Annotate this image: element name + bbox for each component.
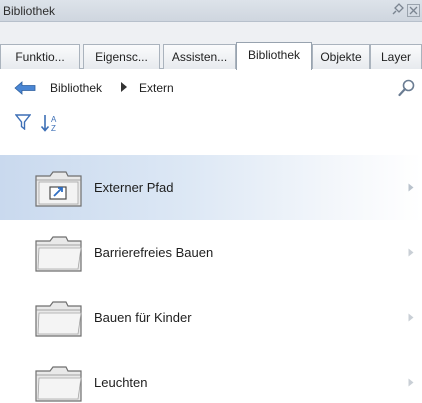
panel-titlebar: Bibliothek — [0, 0, 422, 22]
chevron-right-icon — [408, 248, 414, 257]
filter-icon[interactable] — [15, 114, 31, 130]
close-icon[interactable] — [407, 3, 420, 17]
tab-eigenschaften[interactable]: Eigensc... — [83, 44, 160, 69]
tab-funktionen[interactable]: Funktio... — [0, 44, 80, 69]
tab-objekte[interactable]: Objekte — [312, 44, 370, 69]
list-toolbar: A Z — [0, 108, 422, 144]
tab-assistenten[interactable]: Assisten... — [163, 44, 236, 69]
list-item-label: Leuchten — [94, 375, 148, 390]
list-item-label: Externer Pfad — [94, 180, 174, 195]
list-item-leuchten[interactable]: Leuchten — [0, 350, 422, 403]
tab-strip: Funktio... Eigensc... Assisten... Biblio… — [0, 22, 422, 70]
folder-icon — [35, 366, 82, 402]
search-icon[interactable] — [398, 79, 415, 97]
sort-icon[interactable]: A Z — [40, 113, 62, 133]
breadcrumb-bar: Bibliothek Extern — [0, 70, 422, 108]
pin-icon[interactable] — [390, 3, 404, 17]
triangle-right-icon — [121, 82, 127, 92]
breadcrumb-item-extern[interactable]: Extern — [139, 81, 174, 95]
tab-layer[interactable]: Layer — [370, 44, 422, 69]
tab-bibliothek[interactable]: Bibliothek — [236, 42, 312, 70]
folder-icon — [35, 301, 82, 337]
list-item-bauen-fuer-kinder[interactable]: Bauen für Kinder — [0, 285, 422, 350]
chevron-right-icon — [408, 183, 414, 192]
folder-link-icon — [35, 171, 82, 207]
panel-title: Bibliothek — [3, 4, 56, 18]
svg-text:Z: Z — [51, 124, 56, 133]
back-arrow-icon[interactable] — [14, 80, 36, 96]
svg-text:A: A — [51, 115, 57, 124]
chevron-right-icon — [408, 378, 414, 387]
list-item-label: Barrierefreies Bauen — [94, 245, 214, 260]
list-item-label: Bauen für Kinder — [94, 310, 192, 325]
folder-icon — [35, 236, 82, 272]
list-item-externer-pfad[interactable]: Externer Pfad — [0, 155, 422, 220]
breadcrumb-item-bibliothek[interactable]: Bibliothek — [50, 81, 102, 95]
chevron-right-icon — [408, 313, 414, 322]
list-item-barrierefreies-bauen[interactable]: Barrierefreies Bauen — [0, 220, 422, 285]
